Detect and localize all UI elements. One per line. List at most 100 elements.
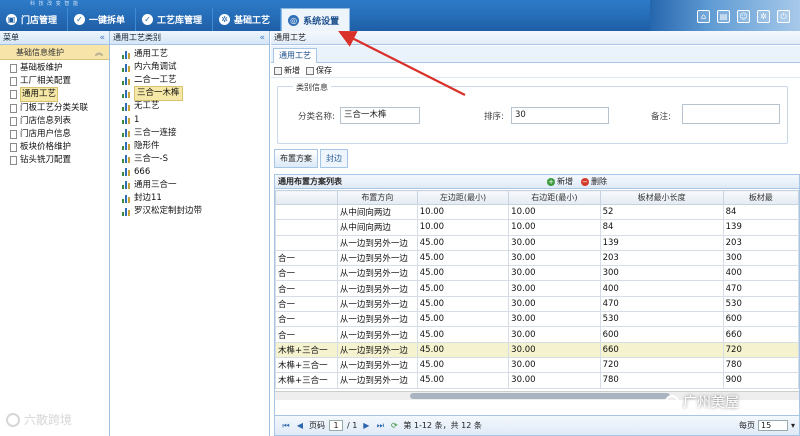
table-cell: 470 — [722, 280, 799, 297]
grid-add-button[interactable]: + 新增 — [547, 175, 573, 189]
category-item[interactable]: 通用三合一 — [110, 179, 269, 192]
menu-group[interactable]: 基础信息维护 ︽ — [0, 45, 109, 60]
name-field[interactable]: 三合一木榫 — [340, 107, 420, 124]
sub-tab-1[interactable]: 封边 — [320, 149, 348, 168]
column-header[interactable]: 布置方向 — [336, 190, 418, 205]
app-window: 科 技 改 变 智 能 ▣ 门店管理 ✓ 一键拆单 ✓ 工艺库管理 ✲ 基础工艺 ◎ 系统设置 ⌂… — [0, 0, 800, 436]
category-item[interactable]: 三合一连接 — [110, 127, 269, 140]
document-icon — [10, 77, 17, 87]
scroll-thumb[interactable] — [410, 393, 670, 399]
nav-tab-3[interactable]: ✲ 基础工艺 — [213, 8, 282, 31]
first-page-icon[interactable]: ⏮ — [281, 421, 291, 431]
gear-icon: ✲ — [219, 14, 231, 25]
bar-chart-icon — [122, 194, 131, 203]
table-row[interactable]: 合一 从一边到另外一边 45.00 30.00 600 660 — [275, 326, 799, 343]
table-cell: 780 — [722, 356, 799, 374]
user-icon[interactable]: ☺ — [737, 10, 750, 23]
table-row[interactable]: 合一 从一边到另外一边 45.00 30.00 203 300 — [275, 249, 799, 267]
menu-item[interactable]: 基础板维护 — [0, 62, 109, 75]
table-row[interactable]: 合一 从一边到另外一边 45.00 30.00 400 470 — [275, 280, 799, 297]
category-item[interactable]: 三合一-S — [110, 153, 269, 166]
page-input[interactable]: 1 — [329, 420, 343, 431]
table-cell: 从一边到另外一边 — [336, 249, 418, 267]
sort-field[interactable]: 30 — [511, 107, 609, 124]
tab-general-process[interactable]: 通用工艺 — [273, 48, 317, 63]
top-nav: ▣ 门店管理 ✓ 一键拆单 ✓ 工艺库管理 ✲ 基础工艺 ◎ 系统设置 — [0, 8, 351, 31]
table-row[interactable]: 木榫+三合一 从一边到另外一边 45.00 30.00 720 780 — [275, 356, 799, 374]
collapse-left-icon[interactable]: « — [99, 31, 105, 45]
sub-tab-0[interactable]: 布置方案 — [274, 149, 318, 168]
category-title: 通用工艺类别 — [113, 33, 161, 42]
new-icon — [274, 66, 282, 75]
bar-chart-icon — [122, 142, 131, 151]
category-item[interactable]: 1 — [110, 113, 269, 126]
column-header[interactable] — [275, 190, 338, 205]
nav-tab-2[interactable]: ✓ 工艺库管理 — [136, 8, 214, 31]
table-cell: 45.00 — [416, 356, 510, 374]
new-button[interactable]: 新增 — [274, 65, 300, 76]
new-label: 新增 — [284, 66, 300, 75]
refresh-icon[interactable]: ⟳ — [389, 421, 399, 431]
table-cell: 30.00 — [508, 356, 601, 374]
collapse-left-icon[interactable]: « — [259, 31, 265, 45]
chevron-up-icon[interactable]: ︽ — [95, 45, 103, 60]
document-icon — [10, 143, 17, 153]
document-icon — [10, 156, 17, 166]
column-header[interactable]: 左边距(最小) — [416, 190, 510, 205]
category-item[interactable]: 封边11 — [110, 192, 269, 205]
category-item[interactable]: 罗汉松定制封边带 — [110, 205, 269, 218]
bar-chart-icon — [122, 168, 131, 177]
chevron-down-icon[interactable]: ▾ — [791, 421, 795, 430]
last-page-icon[interactable]: ⏭ — [375, 421, 385, 431]
table-row[interactable]: 从中间向两边 10.00 10.00 84 139 — [275, 219, 799, 236]
category-item[interactable]: 无工艺 — [110, 100, 269, 113]
page-size-select[interactable]: 15 — [757, 420, 788, 431]
column-header[interactable]: 右边距(最小) — [508, 190, 601, 205]
power-icon[interactable]: ⏻ — [777, 10, 790, 23]
document-icon[interactable]: ▤ — [717, 10, 730, 23]
table-cell: 720 — [722, 341, 799, 358]
category-item[interactable]: 通用工艺 — [110, 48, 269, 61]
next-page-icon[interactable]: ▶ — [361, 421, 371, 431]
menu-item[interactable]: 门板工艺分类关联 — [0, 102, 109, 115]
table-row[interactable]: 合一 从一边到另外一边 45.00 30.00 300 400 — [275, 265, 799, 282]
menu-item[interactable]: 钻头铣刀配置 — [0, 154, 109, 167]
category-item[interactable]: 二合一工艺 — [110, 74, 269, 87]
table-cell: 530 — [599, 311, 724, 328]
menu-item-label: 钻头铣刀配置 — [20, 155, 72, 166]
remark-field[interactable] — [682, 104, 780, 124]
menu-item[interactable]: 通用工艺 — [0, 87, 109, 103]
nav-tab-label: 门店管理 — [21, 16, 58, 26]
table-row[interactable]: 从一边到另外一边 45.00 30.00 139 203 — [275, 234, 799, 251]
menu-item[interactable]: 工厂相关配置 — [0, 75, 109, 88]
category-item[interactable]: 隐形件 — [110, 140, 269, 153]
table-row[interactable]: 木榫+三合一 从一边到另外一边 45.00 30.00 660 720 — [275, 341, 799, 358]
table-row[interactable]: 合一 从一边到另外一边 45.00 30.00 530 600 — [275, 311, 799, 328]
gear-icon[interactable]: ✲ — [757, 10, 770, 23]
category-item[interactable]: 666 — [110, 166, 269, 179]
category-item[interactable]: 三合一木榫 — [110, 86, 269, 102]
prev-page-icon[interactable]: ◀ — [295, 421, 305, 431]
table-row[interactable]: 从中间向两边 10.00 10.00 52 84 — [275, 203, 799, 221]
tagline: 科 技 改 变 智 能 — [30, 1, 79, 7]
grid-delete-button[interactable]: − 删除 — [581, 175, 607, 189]
menu-item[interactable]: 板块价格维护 — [0, 141, 109, 154]
table-cell: 45.00 — [416, 249, 510, 267]
table-row[interactable]: 木榫+三合一 从一边到另外一边 45.00 30.00 780 900 — [275, 372, 799, 389]
table-cell: 900 — [722, 372, 799, 389]
menu-item[interactable]: 门店信息列表 — [0, 115, 109, 128]
remark-label: 备注: — [651, 112, 671, 122]
column-header[interactable]: 板材最 — [722, 190, 799, 205]
column-header[interactable]: 板材最小长度 — [599, 190, 724, 205]
document-icon — [10, 130, 17, 140]
table-cell: 30.00 — [508, 249, 601, 267]
nav-tab-1[interactable]: ✓ 一键拆单 — [68, 8, 137, 31]
sort-label: 排序: — [484, 112, 504, 122]
home-icon[interactable]: ⌂ — [697, 10, 710, 23]
nav-tab-0[interactable]: ▣ 门店管理 — [0, 8, 69, 31]
table-row[interactable]: 合一 从一边到另外一边 45.00 30.00 470 530 — [275, 295, 799, 313]
nav-tab-4[interactable]: ◎ 系统设置 — [281, 8, 351, 31]
menu-item[interactable]: 门店用户信息 — [0, 128, 109, 141]
category-item[interactable]: 内六角调试 — [110, 61, 269, 74]
save-button[interactable]: 保存 — [306, 65, 332, 76]
